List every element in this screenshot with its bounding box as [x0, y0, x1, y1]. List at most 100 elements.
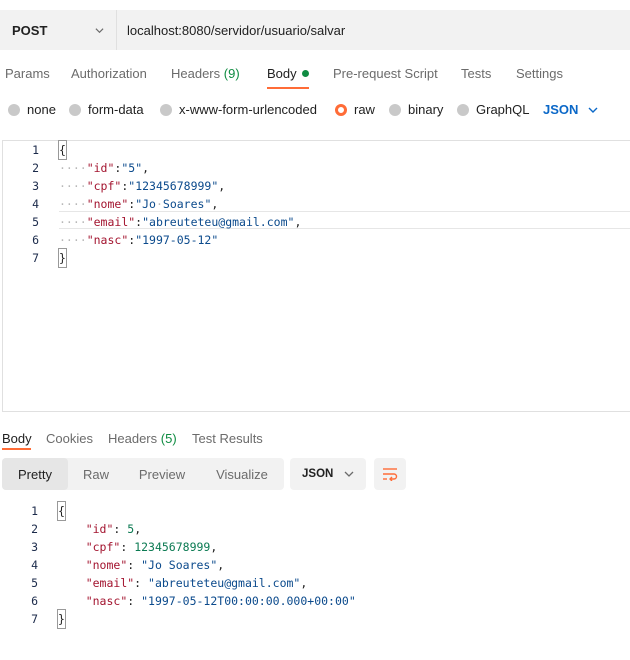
code-text: "email": "abreuteteu@gmail.com",	[85, 576, 308, 590]
code-text: }	[58, 248, 67, 268]
body-indicator-dot	[301, 70, 309, 77]
view-visualize-button[interactable]: Visualize	[200, 458, 284, 490]
response-tab-headers[interactable]: Headers (5)	[108, 431, 177, 446]
code-text: "nome": "Jo Soares",	[85, 558, 225, 572]
wrap-lines-icon	[383, 468, 398, 481]
radio-circle-selected	[335, 103, 347, 116]
tab-label: Body	[267, 66, 297, 81]
radio-label: form-data	[88, 102, 144, 117]
code-line: 1 {	[2, 501, 630, 521]
line-number: 6	[31, 594, 38, 608]
active-tab-underline	[267, 87, 309, 89]
json-value: "5"	[121, 161, 143, 175]
radio-circle	[8, 103, 20, 116]
headers-count: (9)	[223, 66, 240, 81]
line-number: 1	[31, 504, 38, 518]
radio-graphql[interactable]: GraphQL	[457, 102, 529, 117]
radio-label: none	[27, 102, 56, 117]
json-key: "nasc"	[86, 233, 129, 247]
view-raw-button[interactable]: Raw	[68, 458, 124, 490]
tab-label: Headers	[108, 431, 158, 446]
tab-label: Test Results	[192, 431, 263, 446]
radio-none[interactable]: none	[8, 102, 56, 117]
json-value: "1997-05-12T00:00:00.000+00:00"	[141, 594, 356, 608]
active-tab-underline	[2, 448, 31, 450]
wrap-lines-button[interactable]	[374, 458, 406, 490]
view-preview-button[interactable]: Preview	[124, 458, 200, 490]
tab-params[interactable]: Params	[5, 66, 50, 81]
tab-label: Cookies	[46, 431, 93, 446]
code-text: "cpf": 12345678999,	[85, 540, 218, 554]
code-line: 3 "cpf": 12345678999,	[2, 538, 630, 556]
json-key: "nasc"	[85, 594, 128, 608]
response-tab-test-results[interactable]: Test Results	[192, 431, 263, 446]
line-number: 7	[32, 251, 39, 265]
response-tabs: Body Cookies Headers (5) Test Results	[0, 425, 630, 455]
request-body-editor[interactable]: 1 { 2 ····"id":"5", 3 ····"cpf":"1234567…	[2, 140, 630, 412]
response-tab-body[interactable]: Body	[2, 431, 32, 446]
view-pretty-button[interactable]: Pretty	[2, 458, 68, 490]
radio-binary[interactable]: binary	[389, 102, 443, 117]
json-key: "cpf"	[86, 179, 122, 193]
chevron-down-icon	[588, 107, 598, 113]
view-mode-label: Pretty	[18, 466, 52, 482]
code-line: 7 }	[2, 609, 630, 629]
view-mode-label: Raw	[82, 466, 109, 482]
url-bar: POST localhost:8080/servidor/usuario/sal…	[0, 10, 630, 50]
radio-form-data[interactable]: form-data	[69, 102, 144, 117]
tab-pre-request-script[interactable]: Pre-request Script	[333, 66, 438, 81]
line-number: 3	[32, 179, 39, 193]
tab-label: Authorization	[71, 66, 147, 81]
url-input[interactable]: localhost:8080/servidor/usuario/salvar	[117, 10, 630, 50]
json-key: "nome"	[85, 558, 128, 572]
code-text: ····"cpf":"12345678999",	[59, 179, 226, 193]
tab-settings[interactable]: Settings	[516, 66, 563, 81]
radio-raw[interactable]: raw	[335, 102, 375, 117]
line-number: 5	[31, 576, 38, 590]
response-body-viewer[interactable]: 1 { 2 "id": 5, 3 "cpf": 12345678999, 4 "…	[2, 501, 630, 632]
tab-tests[interactable]: Tests	[461, 66, 491, 81]
line-number: 3	[31, 540, 38, 554]
code-line: 4 ····"nome":"Jo·Soares",	[3, 195, 630, 213]
tab-label: Body	[2, 431, 32, 446]
radio-label: binary	[408, 102, 444, 117]
tab-label: Params	[5, 66, 50, 81]
json-separator: ,	[218, 179, 226, 193]
json-value: "abreuteteu@gmail.com"	[142, 215, 295, 229]
tab-authorization[interactable]: Authorization	[71, 66, 147, 81]
line-number: 1	[32, 143, 39, 157]
code-text: ····"email":"abreuteteu@gmail.com",	[59, 215, 302, 229]
code-line: 4 "nome": "Jo Soares",	[2, 556, 630, 574]
tab-headers[interactable]: Headers (9)	[171, 66, 240, 81]
response-format-dropdown[interactable]: JSON	[290, 458, 366, 490]
body-language-dropdown[interactable]: JSON	[543, 102, 598, 117]
json-separator: ,	[211, 197, 219, 211]
json-separator: ,	[134, 522, 142, 536]
code-text: ····"id":"5",	[59, 161, 150, 175]
view-mode-label: Preview	[138, 466, 186, 482]
line-number: 7	[31, 612, 38, 626]
tab-label: Settings	[516, 66, 563, 81]
tab-body[interactable]: Body	[267, 66, 309, 81]
method-select[interactable]: POST	[0, 10, 117, 50]
json-value: "1997-05-12"	[135, 233, 219, 247]
response-format-label: JSON	[302, 468, 334, 480]
line-number: 4	[32, 197, 39, 211]
radio-circle	[160, 103, 172, 116]
response-tab-cookies[interactable]: Cookies	[46, 431, 93, 446]
view-mode-label: Visualize	[216, 466, 268, 482]
close-brace: }	[57, 609, 66, 629]
json-key: "email"	[85, 576, 135, 590]
radio-x-www-form-urlencoded[interactable]: x-www-form-urlencoded	[160, 102, 317, 117]
close-brace: }	[58, 248, 67, 268]
code-text: }	[57, 609, 66, 629]
json-separator: ,	[142, 161, 150, 175]
code-text: "nasc": "1997-05-12T00:00:00.000+00:00"	[85, 594, 356, 608]
line-number: 2	[32, 161, 39, 175]
radio-label: raw	[354, 102, 375, 117]
code-line: 7 }	[3, 248, 630, 268]
method-label: POST	[12, 22, 48, 38]
json-key: "cpf"	[85, 540, 121, 554]
open-brace: {	[57, 501, 66, 521]
json-separator: ,	[300, 576, 308, 590]
